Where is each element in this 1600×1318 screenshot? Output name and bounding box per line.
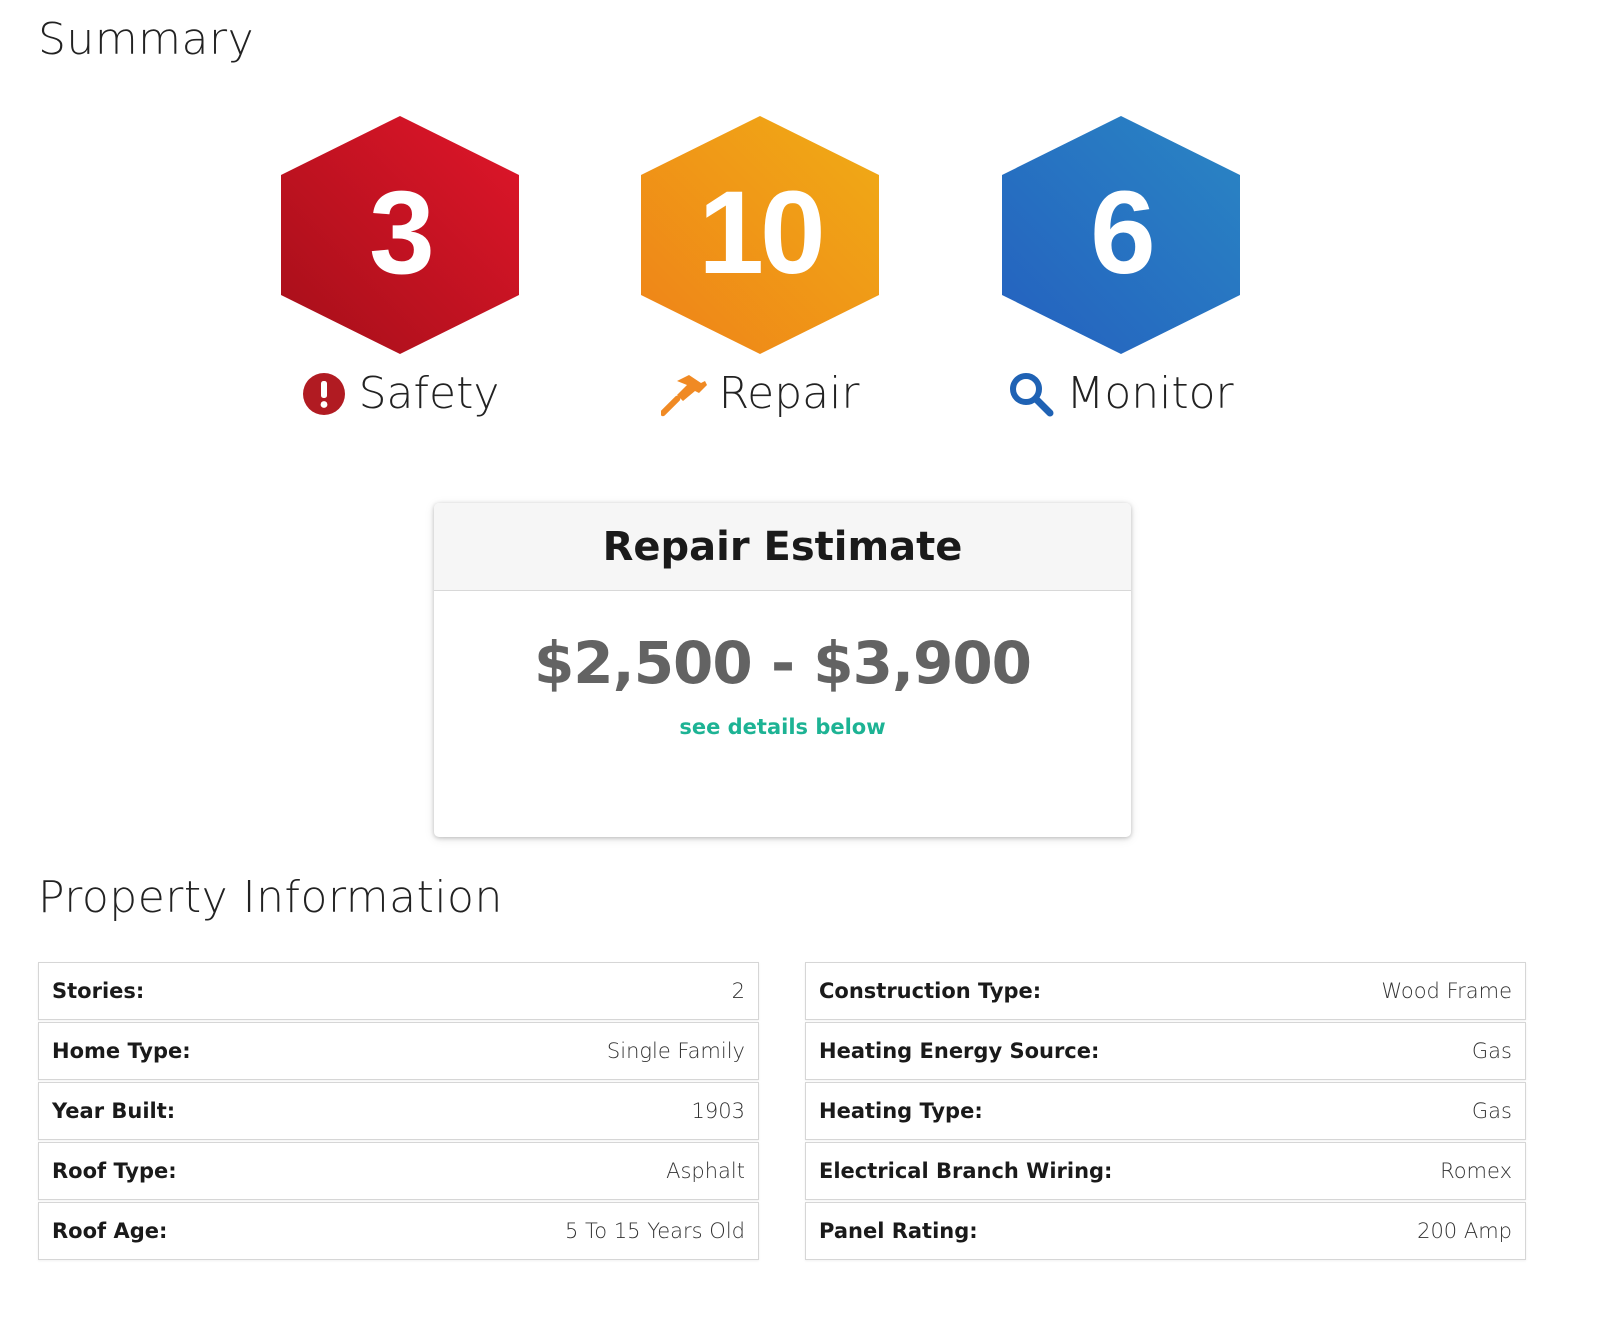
safety-badge[interactable]: 3 Safety	[280, 116, 520, 419]
safety-label: Safety	[358, 368, 500, 419]
table-row: Year Built: 1903	[38, 1082, 759, 1140]
estimate-title: Repair Estimate	[602, 523, 963, 570]
property-label: Construction Type:	[819, 979, 1042, 1003]
monitor-hexagon: 6	[1002, 116, 1240, 354]
table-row: Roof Age: 5 To 15 Years Old	[38, 1202, 759, 1260]
monitor-count: 6	[1090, 167, 1156, 299]
table-row: Heating Type: Gas	[805, 1082, 1526, 1140]
repair-hexagon: 10	[641, 116, 879, 354]
see-details-link[interactable]: see details below	[434, 715, 1131, 739]
table-row: Electrical Branch Wiring: Romex	[805, 1142, 1526, 1200]
property-label: Stories:	[52, 979, 145, 1003]
repair-badge[interactable]: 10 Repair	[640, 116, 880, 419]
property-table-left: Stories: 2 Home Type: Single Family Year…	[38, 962, 759, 1262]
monitor-badge[interactable]: 6 Monitor	[1001, 116, 1241, 419]
property-value: 1903	[691, 1099, 745, 1123]
magnifier-icon	[1008, 371, 1054, 417]
monitor-label: Monitor	[1066, 368, 1234, 419]
property-table-right: Construction Type: Wood Frame Heating En…	[805, 962, 1526, 1262]
property-value: Gas	[1471, 1099, 1512, 1123]
repair-estimate-card: Repair Estimate $2,500 - $3,900 see deta…	[434, 503, 1131, 837]
table-row: Panel Rating: 200 Amp	[805, 1202, 1526, 1260]
property-label: Roof Age:	[52, 1219, 168, 1243]
table-row: Stories: 2	[38, 962, 759, 1020]
summary-heading: Summary	[38, 14, 255, 65]
property-value: 2	[731, 979, 745, 1003]
property-value: Gas	[1471, 1039, 1512, 1063]
safety-label-row: Safety	[301, 368, 500, 419]
table-row: Construction Type: Wood Frame	[805, 962, 1526, 1020]
property-label: Heating Energy Source:	[819, 1039, 1100, 1063]
property-value: 200 Amp	[1417, 1219, 1512, 1243]
safety-hexagon: 3	[281, 116, 519, 354]
property-label: Heating Type:	[819, 1099, 983, 1123]
property-label: Year Built:	[52, 1099, 176, 1123]
property-value: Asphalt	[666, 1159, 745, 1183]
property-value: Romex	[1440, 1159, 1512, 1183]
hammer-icon	[660, 371, 707, 417]
repair-label-row: Repair	[660, 368, 860, 419]
property-label: Roof Type:	[52, 1159, 177, 1183]
table-row: Roof Type: Asphalt	[38, 1142, 759, 1200]
repair-count: 10	[698, 167, 825, 299]
safety-count: 3	[369, 167, 435, 299]
property-information-heading: Property Information	[38, 872, 503, 923]
property-label: Electrical Branch Wiring:	[819, 1159, 1113, 1183]
property-label: Home Type:	[52, 1039, 191, 1063]
property-value: Single Family	[606, 1039, 745, 1063]
property-label: Panel Rating:	[819, 1219, 978, 1243]
exclamation-circle-icon	[301, 371, 347, 417]
table-row: Home Type: Single Family	[38, 1022, 759, 1080]
monitor-label-row: Monitor	[1008, 368, 1234, 419]
table-row: Heating Energy Source: Gas	[805, 1022, 1526, 1080]
report-page: Summary 3 Safety 10 Repair 6 Monitor Rep…	[0, 0, 1600, 1318]
property-value: 5 To 15 Years Old	[565, 1219, 745, 1243]
estimate-header: Repair Estimate	[434, 503, 1131, 591]
property-value: Wood Frame	[1381, 979, 1512, 1003]
repair-label: Repair	[718, 368, 860, 419]
estimate-range: $2,500 - $3,900	[533, 629, 1032, 697]
